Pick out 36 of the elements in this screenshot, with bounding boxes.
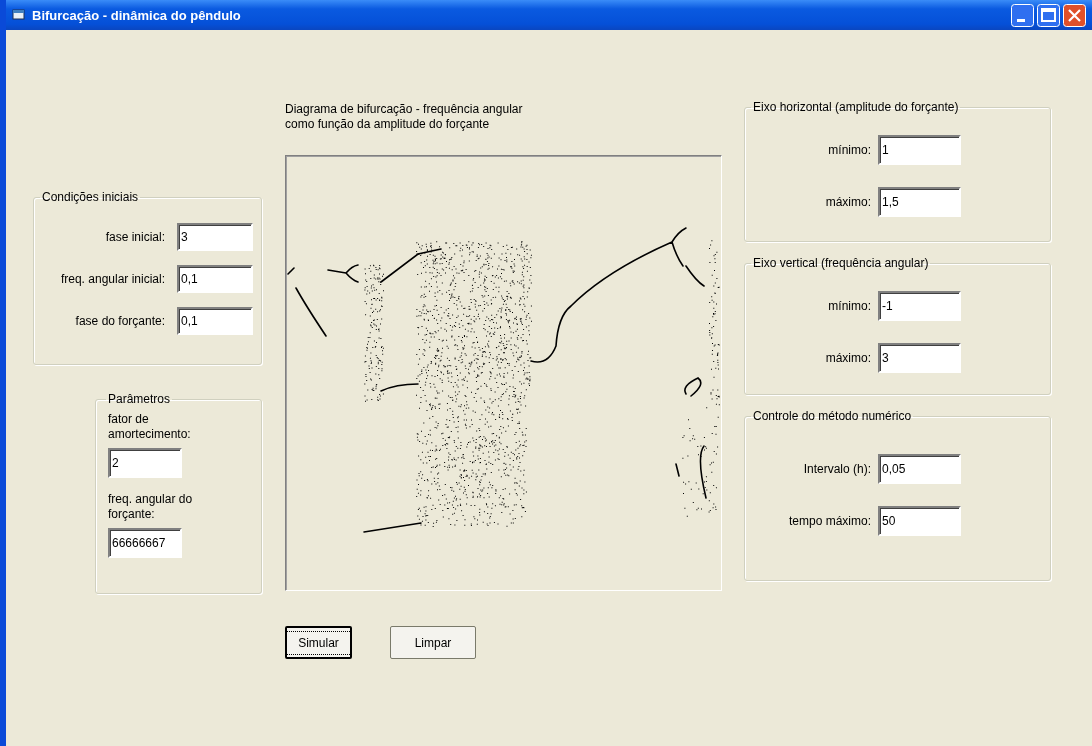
group-title: Controle do método numérico xyxy=(752,409,913,423)
field-label: fator de amortecimento: xyxy=(108,412,192,442)
action-button[interactable]: Limpar xyxy=(390,626,476,659)
input-field[interactable]: 1,5 xyxy=(878,187,961,217)
field-label: fase inicial: xyxy=(105,230,165,244)
field-label: mínimo: xyxy=(827,143,871,157)
input-field[interactable]: 2 xyxy=(108,448,182,478)
window-title: Bifurcação - dinâmica do pêndulo xyxy=(32,7,242,23)
group-title: Parâmetros xyxy=(107,392,172,406)
field-label: freq. angular inicial: xyxy=(60,272,165,286)
window-icon xyxy=(12,9,26,21)
field-label: Intervalo (h): xyxy=(802,462,871,476)
field-label: fase do forçante: xyxy=(75,314,165,328)
field-label: máximo: xyxy=(824,351,871,365)
close-button[interactable] xyxy=(1063,3,1086,27)
plot-caption: como função da amplitude do forçante xyxy=(285,117,491,132)
input-field[interactable]: 3 xyxy=(177,223,253,251)
field-label: tempo máximo: xyxy=(787,514,871,528)
input-field[interactable]: 3 xyxy=(878,343,961,373)
input-field[interactable]: 1 xyxy=(878,135,961,165)
input-field[interactable]: -1 xyxy=(878,291,961,321)
input-field[interactable]: 50 xyxy=(878,506,961,536)
field-label: mínimo: xyxy=(827,299,871,313)
input-field[interactable]: 0,1 xyxy=(177,265,253,293)
maximize-button[interactable] xyxy=(1037,3,1060,27)
group-title: Eixo horizontal (amplitude do forçante) xyxy=(752,100,960,114)
minimize-button[interactable] xyxy=(1011,3,1034,27)
default-button[interactable]: Simular xyxy=(285,626,352,659)
input-field[interactable]: 66666667 xyxy=(108,528,182,558)
input-field[interactable]: 0,1 xyxy=(177,307,253,335)
plot-caption: Diagrama de bifurcação - frequência angular xyxy=(285,102,524,117)
input-field[interactable]: 0,05 xyxy=(878,454,961,484)
field-label: freq. angular do forçante: xyxy=(108,492,194,522)
group-title: Condições iniciais xyxy=(41,190,140,204)
field-label: máximo: xyxy=(824,195,871,209)
group-title: Eixo vertical (frequência angular) xyxy=(752,256,930,270)
